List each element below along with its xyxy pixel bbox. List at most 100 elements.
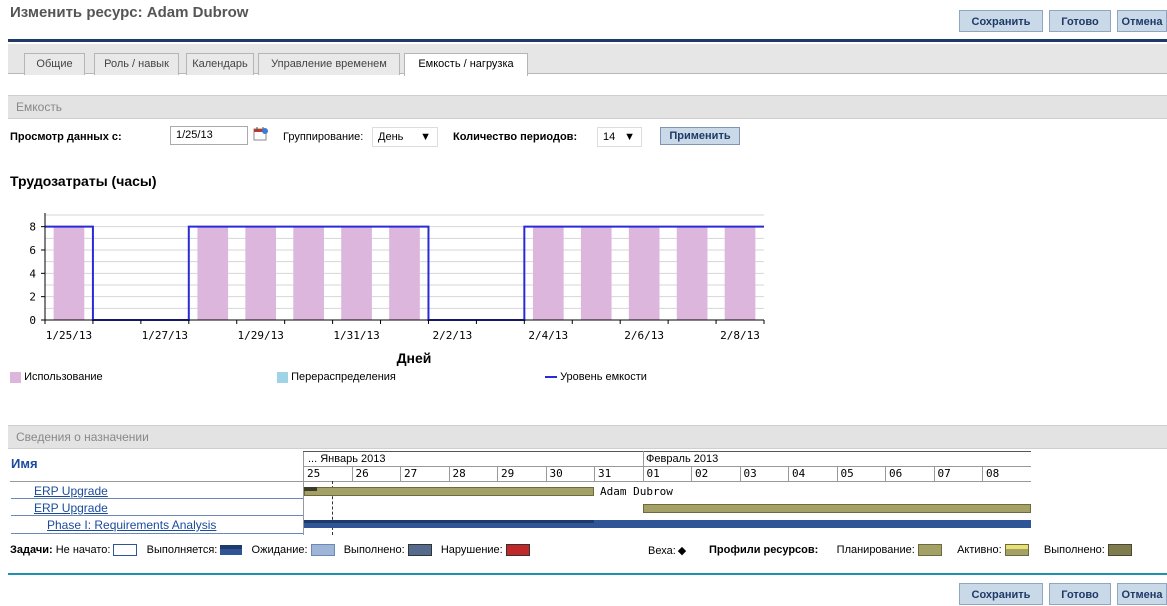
gantt-bar-planning[interactable] bbox=[643, 504, 1031, 513]
usage-bar bbox=[245, 226, 277, 320]
planning-swatch bbox=[917, 544, 942, 557]
gantt-day: 25 bbox=[303, 467, 352, 481]
cancel-button[interactable]: Отмена bbox=[1117, 10, 1167, 32]
gantt-key: Задачи: Не начато: Выполняется: Ожидание… bbox=[10, 544, 530, 557]
usage-bar bbox=[389, 226, 420, 320]
view-from-label: Просмотр данных с: bbox=[10, 131, 122, 143]
not-started-label: Не начато: bbox=[55, 544, 111, 556]
apply-button[interactable]: Применить bbox=[660, 127, 740, 145]
gantt-day: 26 bbox=[351, 467, 401, 481]
done-swatch bbox=[1107, 544, 1132, 557]
x-tick-label: 1/27/13 bbox=[142, 329, 188, 342]
x-axis-label: Дней bbox=[397, 350, 432, 366]
tab-general[interactable]: Общие bbox=[24, 53, 85, 75]
gantt-day: 30 bbox=[545, 467, 595, 481]
active-label: Активно: bbox=[957, 544, 1002, 556]
capacity-swatch bbox=[545, 376, 557, 379]
chevron-down-icon: ▼ bbox=[420, 131, 431, 143]
x-tick-label: 2/8/13 bbox=[720, 329, 760, 342]
month-february: Февраль 2013 bbox=[646, 453, 719, 465]
legend-capacity-label: Уровень емкости bbox=[560, 371, 647, 383]
tab-role-skill[interactable]: Роль / навык bbox=[94, 53, 179, 75]
milestone-diamond-icon: ◆ bbox=[677, 545, 687, 557]
gantt-day: 28 bbox=[448, 467, 498, 481]
capacity-section-header: Емкость bbox=[8, 95, 1167, 119]
not-started-swatch bbox=[113, 544, 138, 557]
gantt-row-name[interactable]: Phase I: Requirements Analysis bbox=[47, 518, 216, 532]
violation-swatch bbox=[505, 544, 530, 557]
gantt-day: 04 bbox=[788, 467, 837, 481]
usage-bar bbox=[628, 226, 660, 320]
periods-select[interactable]: 14 ▼ bbox=[597, 127, 642, 147]
legend-usage-label: Использование bbox=[24, 371, 103, 383]
x-tick-label: 2/4/13 bbox=[528, 329, 568, 342]
done-button[interactable]: Готово bbox=[1049, 583, 1111, 605]
divider bbox=[11, 515, 303, 516]
gantt-bar-task-progress bbox=[304, 520, 594, 523]
usage-bar bbox=[197, 226, 229, 320]
usage-bar bbox=[341, 226, 372, 320]
gantt-day: 27 bbox=[400, 467, 449, 481]
x-tick-label: 1/31/13 bbox=[333, 329, 379, 342]
gantt-day: 01 bbox=[642, 467, 692, 481]
y-tick-label: 0 bbox=[29, 314, 36, 327]
waiting-label: Ожидание: bbox=[251, 544, 308, 556]
gantt-day: 29 bbox=[497, 467, 546, 481]
y-tick-label: 8 bbox=[29, 221, 36, 234]
usage-bar bbox=[532, 226, 564, 320]
usage-bar bbox=[53, 226, 85, 320]
done-button[interactable]: Готово bbox=[1049, 10, 1111, 32]
gantt-day: 05 bbox=[836, 467, 886, 481]
gantt-row-name[interactable]: ERP Upgrade bbox=[34, 484, 108, 498]
tab-time-management[interactable]: Управление временем bbox=[258, 53, 400, 75]
divider bbox=[303, 451, 1031, 452]
in-progress-label: Выполняется: bbox=[146, 544, 218, 556]
save-button[interactable]: Сохранить bbox=[959, 583, 1043, 605]
completed-label: Выполнено: bbox=[343, 544, 405, 556]
grouping-value: День bbox=[378, 131, 404, 143]
periods-value: 14 bbox=[603, 131, 616, 143]
tab-capacity-load[interactable]: Емкость / нагрузка bbox=[404, 53, 528, 76]
violation-label: Нарушение: bbox=[440, 544, 503, 556]
divider bbox=[303, 481, 1031, 482]
x-tick-label: 1/29/13 bbox=[238, 329, 284, 342]
y-tick-label: 6 bbox=[29, 244, 36, 257]
legend-reallocations: Перераспределения bbox=[277, 371, 396, 383]
usage-bar bbox=[293, 226, 324, 320]
gantt-day: 02 bbox=[691, 467, 740, 481]
cancel-button[interactable]: Отмена bbox=[1117, 583, 1167, 605]
divider bbox=[11, 498, 303, 499]
assignment-section-header: Сведения о назначении bbox=[8, 425, 1167, 449]
legend-reallocation-label: Перераспределения bbox=[291, 371, 396, 383]
y-tick-label: 2 bbox=[29, 291, 36, 304]
divider bbox=[643, 451, 644, 467]
grouping-select[interactable]: День ▼ bbox=[372, 127, 438, 147]
reallocation-swatch bbox=[277, 371, 288, 383]
gantt-bar-planning[interactable] bbox=[304, 487, 594, 496]
footer-divider bbox=[8, 573, 1167, 575]
gantt-day: 31 bbox=[594, 467, 643, 481]
legend-usage: Использование bbox=[10, 371, 103, 383]
tasks-key-label: Задачи: bbox=[10, 544, 53, 556]
profiles-key: Профили ресурсов: Планирование: Активно:… bbox=[709, 544, 1132, 557]
page-title: Изменить ресурс: Adam Dubrow bbox=[10, 4, 249, 21]
chart-title: Трудозатраты (часы) bbox=[10, 173, 157, 189]
calendar-icon[interactable] bbox=[253, 126, 269, 142]
gantt-day: 06 bbox=[885, 467, 934, 481]
name-column-header: Имя bbox=[11, 456, 38, 471]
tab-bar bbox=[8, 44, 1167, 74]
gantt-day: 03 bbox=[739, 467, 789, 481]
x-tick-label: 2/6/13 bbox=[624, 329, 664, 342]
usage-bar bbox=[724, 226, 756, 320]
legend-capacity: Уровень емкости bbox=[545, 371, 647, 383]
gantt-day: 07 bbox=[933, 467, 983, 481]
gantt-row-name[interactable]: ERP Upgrade bbox=[34, 501, 108, 515]
active-swatch bbox=[1004, 544, 1029, 557]
gantt-day: 08 bbox=[982, 467, 1031, 481]
gantt-bar-progress bbox=[304, 487, 317, 491]
view-from-date-input[interactable]: 1/25/13 bbox=[170, 126, 248, 145]
save-button[interactable]: Сохранить bbox=[959, 10, 1043, 32]
x-tick-label: 1/25/13 bbox=[46, 329, 92, 342]
tab-calendar[interactable]: Календарь bbox=[186, 53, 254, 75]
usage-swatch bbox=[10, 371, 21, 383]
